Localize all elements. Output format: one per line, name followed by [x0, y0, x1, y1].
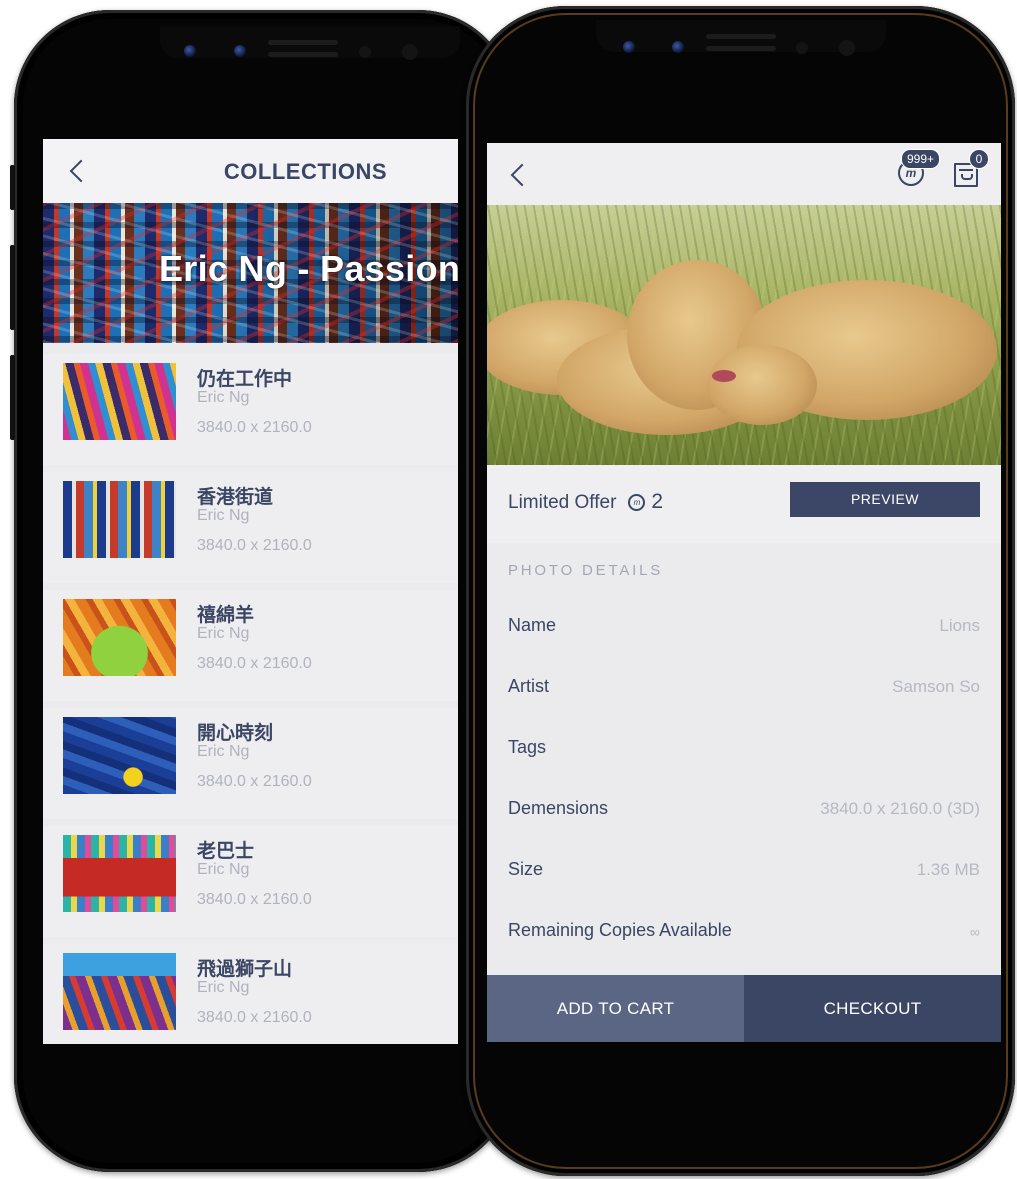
detail-row-tags: Tags [487, 722, 1001, 783]
artwork-thumbnail [63, 953, 176, 1030]
photo-details: PHOTO DETAILS Name Lions Artist Samson S… [487, 548, 1001, 978]
artwork-thumbnail [63, 835, 176, 912]
left-phone-camera [184, 45, 196, 57]
list-item[interactable]: 仍在工作中 Eric Ng 3840.0 x 2160.0 [43, 354, 458, 465]
detail-row-size: Size 1.36 MB [487, 844, 1001, 905]
detail-value: 1.36 MB [916, 860, 980, 879]
offer-coin-icon: m [628, 494, 646, 512]
page-title: COLLECTIONS [223, 159, 388, 184]
collections-header: COLLECTIONS [43, 139, 458, 203]
artwork-artist: Eric Ng [197, 861, 250, 878]
collection-banner[interactable]: Eric Ng - Passion [43, 203, 458, 343]
detail-label: Name [508, 615, 557, 635]
back-chevron-icon[interactable] [510, 163, 534, 187]
checkout-button[interactable]: CHECKOUT [744, 975, 1001, 1042]
detail-value: 3840.0 x 2160.0 (3D) [820, 799, 980, 818]
artwork-thumbnail [63, 481, 176, 558]
artwork-dimensions: 3840.0 x 2160.0 [197, 1009, 312, 1026]
preview-button[interactable]: PREVIEW [790, 482, 980, 517]
left-phone-speaker [268, 40, 338, 45]
artwork-thumbnail [63, 363, 176, 440]
detail-label: Tags [508, 737, 547, 757]
artwork-title: 開心時刻 [197, 723, 274, 744]
details-heading: PHOTO DETAILS [508, 562, 664, 579]
artwork-artist: Eric Ng [197, 507, 250, 524]
left-phone-mute-switch [10, 165, 15, 210]
detail-label: Artist [508, 676, 550, 696]
photo-detail-screen: m 999+ 0 Limited Offer m 2 PREVIEW PHOTO D… [487, 143, 1001, 1042]
artwork-title: 香港街道 [197, 487, 274, 508]
artwork-title: 飛過獅子山 [197, 959, 293, 980]
offer-text: Limited Offer m 2 [508, 490, 663, 514]
artwork-artist: Eric Ng [197, 389, 250, 406]
right-phone-camera-2 [672, 41, 684, 53]
add-to-cart-button[interactable]: ADD TO CART [487, 975, 744, 1042]
right-phone-speaker-2 [706, 46, 776, 51]
artwork-dimensions: 3840.0 x 2160.0 [197, 655, 312, 672]
right-phone-camera [623, 41, 635, 53]
detail-row-artist: Artist Samson So [487, 661, 1001, 722]
detail-value: Lions [939, 616, 980, 635]
offer-price: 2 [651, 490, 664, 513]
detail-header: m 999+ 0 [487, 143, 1001, 205]
artwork-dimensions: 3840.0 x 2160.0 [197, 537, 312, 554]
right-phone-sensor-2 [839, 40, 855, 56]
artwork-artist: Eric Ng [197, 979, 250, 996]
banner-title: Eric Ng - Passion [159, 248, 458, 289]
list-item[interactable]: 飛過獅子山 Eric Ng 3840.0 x 2160.0 [43, 944, 458, 1044]
detail-value: ∞ [970, 924, 980, 940]
artwork-artist: Eric Ng [197, 743, 250, 760]
coin-balance-badge: 999+ [901, 149, 941, 169]
cub-head [707, 345, 817, 425]
detail-label: Remaining Copies Available [508, 920, 732, 940]
artwork-thumbnail [63, 599, 176, 676]
artwork-thumbnail [63, 717, 176, 794]
left-phone-speaker-2 [268, 52, 338, 57]
right-phone-sensor [796, 42, 808, 54]
left-phone-sensor [359, 46, 371, 58]
detail-row-remaining-copies: Remaining Copies Available ∞ [487, 905, 1001, 966]
lion-tongue [712, 370, 736, 382]
left-phone-volume-up [10, 245, 15, 330]
artwork-title: 老巴士 [197, 841, 255, 862]
detail-row-name: Name Lions [487, 600, 1001, 661]
list-item[interactable]: 開心時刻 Eric Ng 3840.0 x 2160.0 [43, 708, 458, 819]
detail-row-dimensions: Demensions 3840.0 x 2160.0 (3D) [487, 783, 1001, 844]
right-phone-speaker [706, 34, 776, 39]
lions-photo[interactable] [487, 205, 1001, 465]
list-item[interactable]: 禧綿羊 Eric Ng 3840.0 x 2160.0 [43, 590, 458, 701]
collections-screen: COLLECTIONS Eric Ng - Passion 仍在工作中 Eric… [43, 139, 458, 1044]
left-phone-camera-2 [234, 45, 246, 57]
detail-label: Size [508, 859, 544, 879]
offer-label: Limited Offer [508, 492, 617, 513]
detail-value: Samson So [892, 677, 980, 696]
cart-count-badge: 0 [969, 149, 989, 169]
artwork-dimensions: 3840.0 x 2160.0 [197, 419, 312, 436]
artwork-title: 禧綿羊 [197, 605, 255, 626]
detail-label: Demensions [508, 798, 609, 818]
artwork-title: 仍在工作中 [197, 369, 293, 390]
artwork-list: 仍在工作中 Eric Ng 3840.0 x 2160.0 香港街道 Eric … [43, 354, 458, 1044]
left-phone-volume-down [10, 355, 15, 440]
artwork-dimensions: 3840.0 x 2160.0 [197, 891, 312, 908]
purchase-bar: ADD TO CART CHECKOUT [487, 975, 1001, 1042]
artwork-artist: Eric Ng [197, 625, 250, 642]
list-item[interactable]: 香港街道 Eric Ng 3840.0 x 2160.0 [43, 472, 458, 583]
artwork-dimensions: 3840.0 x 2160.0 [197, 773, 312, 790]
left-phone-sensor-2 [402, 44, 418, 60]
offer-row: Limited Offer m 2 PREVIEW [487, 465, 1001, 543]
list-item[interactable]: 老巴士 Eric Ng 3840.0 x 2160.0 [43, 826, 458, 937]
